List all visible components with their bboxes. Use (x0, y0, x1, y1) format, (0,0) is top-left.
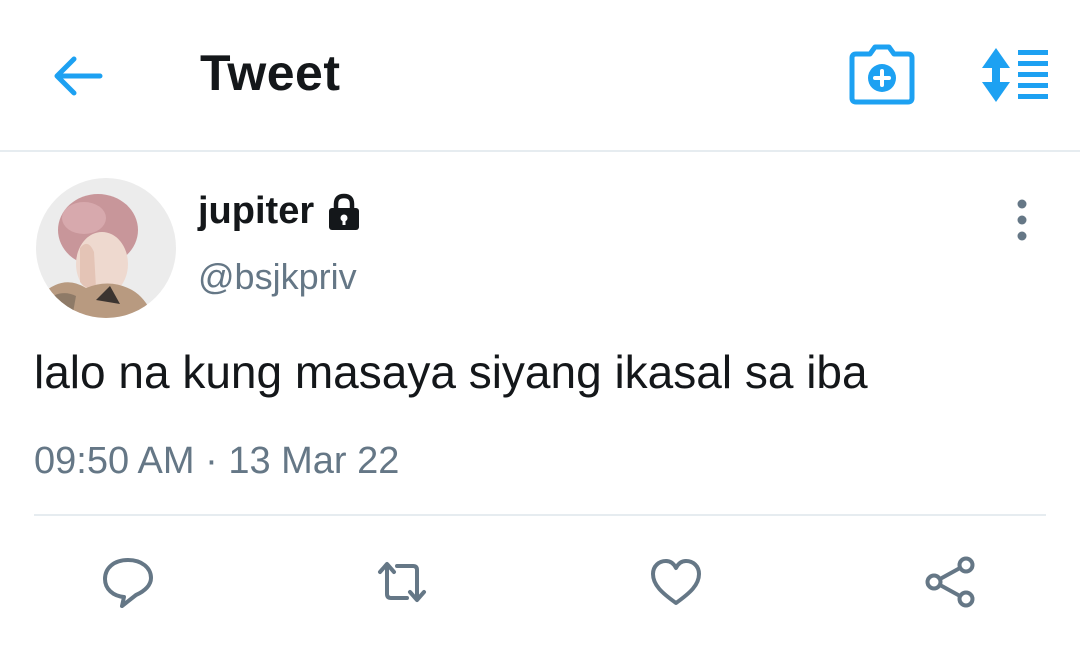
reply-button[interactable] (98, 552, 158, 612)
author-handle[interactable]: @bsjkpriv (198, 256, 357, 298)
back-button[interactable] (48, 48, 108, 104)
divider (34, 514, 1046, 516)
avatar-image (36, 178, 176, 318)
share-button[interactable] (920, 552, 980, 612)
tweet-text: lalo na kung masaya siyang ikasal sa iba (34, 346, 868, 398)
author-name: jupiter (198, 190, 315, 232)
sort-list-icon (982, 48, 1048, 102)
retweet-icon (378, 562, 426, 602)
camera-button[interactable] (848, 44, 916, 106)
like-icon (651, 559, 701, 605)
lock-icon (329, 193, 360, 230)
sort-button[interactable] (974, 44, 1054, 106)
retweet-button[interactable] (372, 552, 432, 612)
like-button[interactable] (646, 552, 706, 612)
tweet-timestamp: 09:50 AM · 13 Mar 22 (34, 440, 400, 482)
camera-plus-icon (849, 44, 915, 105)
top-bar: Tweet (0, 0, 1080, 152)
share-icon (925, 556, 975, 608)
more-options-button[interactable] (1002, 196, 1042, 244)
author-name-row[interactable]: jupiter (198, 190, 364, 233)
reply-icon (103, 558, 153, 608)
more-vertical-icon (1017, 199, 1027, 241)
arrow-left-icon (54, 56, 103, 96)
page-title: Tweet (200, 45, 341, 101)
avatar[interactable] (36, 178, 176, 318)
